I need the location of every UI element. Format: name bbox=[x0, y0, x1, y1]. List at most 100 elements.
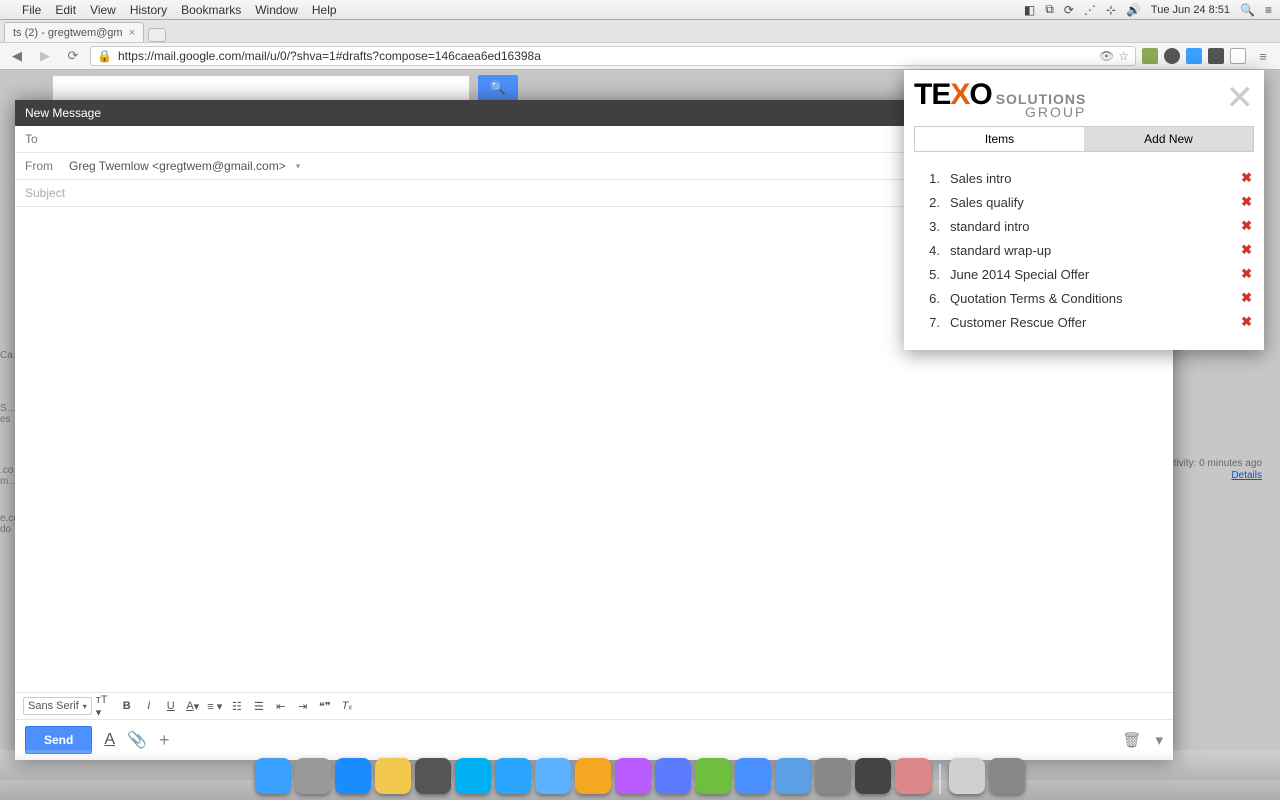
macos-menubar: File Edit View History Bookmarks Window … bbox=[0, 0, 1280, 20]
dock-app-itunes[interactable] bbox=[735, 758, 771, 794]
browser-tab[interactable]: ts (2) - gregtwem@gm × bbox=[4, 22, 144, 42]
menu-file[interactable]: File bbox=[22, 3, 41, 17]
template-item[interactable]: 5.June 2014 Special Offer✖ bbox=[914, 262, 1254, 286]
indent-less-button[interactable]: ⇤ bbox=[272, 697, 290, 715]
volume-icon[interactable]: 🔊 bbox=[1126, 3, 1141, 17]
menu-extras-icon[interactable]: ≡ bbox=[1265, 3, 1272, 17]
delete-item-icon[interactable]: ✖ bbox=[1241, 266, 1252, 282]
menubar-clock[interactable]: Tue Jun 24 8:51 bbox=[1151, 4, 1230, 16]
attach-icon[interactable]: 📎 bbox=[127, 730, 147, 750]
address-bar[interactable]: 🔒 https://mail.google.com/mail/u/0/?shva… bbox=[90, 46, 1136, 66]
dock-app-launchpad[interactable] bbox=[295, 758, 331, 794]
extension-header: TEXO SOLUTIONS GROUP ✕ bbox=[904, 70, 1264, 126]
underline-button[interactable]: U bbox=[162, 697, 180, 715]
extension-popup: TEXO SOLUTIONS GROUP ✕ Items Add New 1.S… bbox=[904, 70, 1264, 350]
menu-history[interactable]: History bbox=[130, 3, 167, 17]
delete-item-icon[interactable]: ✖ bbox=[1241, 194, 1252, 210]
delete-item-icon[interactable]: ✖ bbox=[1241, 170, 1252, 186]
dock-app-photobooth[interactable] bbox=[855, 758, 891, 794]
align-button[interactable]: ≡ ▾ bbox=[206, 697, 224, 715]
activity-details-link[interactable]: Details bbox=[1231, 470, 1262, 481]
dock-app-preview[interactable] bbox=[815, 758, 851, 794]
menu-help[interactable]: Help bbox=[312, 3, 337, 17]
extension-icon[interactable] bbox=[1186, 48, 1202, 64]
dock-separator bbox=[939, 764, 941, 794]
dock-app-safari[interactable] bbox=[775, 758, 811, 794]
font-size-button[interactable]: тT ▾ bbox=[96, 697, 114, 715]
numbered-list-button[interactable]: ☷ bbox=[228, 697, 246, 715]
dock-app-messages[interactable] bbox=[495, 758, 531, 794]
eye-icon[interactable]: 👁 bbox=[1099, 49, 1114, 63]
dock-app-notes[interactable] bbox=[575, 758, 611, 794]
chrome-menu-icon[interactable]: ≡ bbox=[1252, 46, 1274, 66]
item-number: 4. bbox=[916, 243, 940, 258]
dock-app-finder[interactable] bbox=[255, 758, 291, 794]
insert-more-icon[interactable]: + bbox=[159, 730, 170, 751]
tab-add-new[interactable]: Add New bbox=[1084, 127, 1253, 151]
menu-window[interactable]: Window bbox=[255, 3, 298, 17]
spotlight-icon[interactable]: 🔍 bbox=[1240, 3, 1255, 17]
sync-icon[interactable]: ⟳ bbox=[1064, 3, 1074, 17]
italic-button[interactable]: I bbox=[140, 697, 158, 715]
template-item[interactable]: 7.Customer Rescue Offer✖ bbox=[914, 310, 1254, 334]
tab-items[interactable]: Items bbox=[915, 127, 1084, 151]
extensions-row: ≡ bbox=[1142, 46, 1274, 66]
quote-button[interactable]: ❝❞ bbox=[316, 697, 334, 715]
template-item[interactable]: 2.Sales qualify✖ bbox=[914, 190, 1254, 214]
page-content: 🔍 Ca… S… es e.co do .co m… nt activity: … bbox=[0, 70, 1280, 780]
indent-more-button[interactable]: ⇥ bbox=[294, 697, 312, 715]
template-item[interactable]: 6.Quotation Terms & Conditions✖ bbox=[914, 286, 1254, 310]
dock-app-terminal[interactable] bbox=[415, 758, 451, 794]
texo-logo: TEXO SOLUTIONS GROUP bbox=[914, 78, 1086, 118]
bold-button[interactable]: B bbox=[118, 697, 136, 715]
wifi-icon[interactable]: ⋰ bbox=[1084, 3, 1096, 17]
extension-icon[interactable] bbox=[1142, 48, 1158, 64]
star-icon[interactable]: ☆ bbox=[1118, 49, 1129, 63]
menu-bookmarks[interactable]: Bookmarks bbox=[181, 3, 241, 17]
dock-app-appstore[interactable] bbox=[335, 758, 371, 794]
nav-back-icon[interactable]: ◀ bbox=[6, 46, 28, 66]
template-item[interactable]: 3.standard intro✖ bbox=[914, 214, 1254, 238]
extension-icon[interactable] bbox=[1208, 48, 1224, 64]
notification-icon[interactable]: ◧ bbox=[1024, 3, 1035, 17]
delete-item-icon[interactable]: ✖ bbox=[1241, 290, 1252, 306]
bullet-list-button[interactable]: ☰ bbox=[250, 697, 268, 715]
more-options-icon[interactable]: ▾ bbox=[1155, 731, 1163, 749]
chevron-down-icon: ▾ bbox=[83, 702, 87, 711]
dock-app-pages[interactable] bbox=[655, 758, 691, 794]
font-family-dropdown[interactable]: Sans Serif ▾ bbox=[23, 697, 92, 715]
delete-item-icon[interactable]: ✖ bbox=[1241, 314, 1252, 330]
menu-view[interactable]: View bbox=[90, 3, 116, 17]
text-color-button[interactable]: A ▾ bbox=[184, 697, 202, 715]
trash-icon[interactable]: 🗑 bbox=[1122, 731, 1141, 749]
dock-app-numbers[interactable] bbox=[615, 758, 651, 794]
format-toggle-icon[interactable]: A bbox=[104, 731, 115, 749]
close-popup-icon[interactable]: ✕ bbox=[1226, 81, 1255, 115]
dropbox-icon[interactable]: ⧉ bbox=[1045, 2, 1054, 17]
remove-format-button[interactable]: Tₓ bbox=[338, 697, 356, 715]
bluetooth-icon[interactable]: ⊹ bbox=[1106, 3, 1116, 17]
nav-reload-icon[interactable]: ⟳ bbox=[62, 46, 84, 66]
dock-downloads[interactable] bbox=[949, 758, 985, 794]
dock-app-finder2[interactable] bbox=[535, 758, 571, 794]
template-item[interactable]: 4.standard wrap-up✖ bbox=[914, 238, 1254, 262]
delete-item-icon[interactable]: ✖ bbox=[1241, 242, 1252, 258]
delete-item-icon[interactable]: ✖ bbox=[1241, 218, 1252, 234]
extension-icon[interactable] bbox=[1230, 48, 1246, 64]
extension-icon[interactable] bbox=[1164, 48, 1180, 64]
dock-trash[interactable] bbox=[989, 758, 1025, 794]
dock-app-calculator[interactable] bbox=[895, 758, 931, 794]
close-tab-icon[interactable]: × bbox=[129, 27, 135, 39]
gmail-search-input[interactable] bbox=[52, 75, 470, 101]
address-bar-row: ◀ ▶ ⟳ 🔒 https://mail.google.com/mail/u/0… bbox=[0, 42, 1280, 70]
url-text: https://mail.google.com/mail/u/0/?shva=1… bbox=[118, 49, 541, 63]
gmail-search-button[interactable]: 🔍 bbox=[478, 75, 518, 101]
dock-app-skype[interactable] bbox=[455, 758, 491, 794]
dock-app-evernote[interactable] bbox=[695, 758, 731, 794]
template-item[interactable]: 1.Sales intro✖ bbox=[914, 166, 1254, 190]
item-number: 7. bbox=[916, 315, 940, 330]
menu-edit[interactable]: Edit bbox=[55, 3, 76, 17]
new-tab-button[interactable] bbox=[148, 28, 166, 42]
dock-app-chrome[interactable] bbox=[375, 758, 411, 794]
chevron-down-icon[interactable]: ▾ bbox=[296, 161, 301, 172]
